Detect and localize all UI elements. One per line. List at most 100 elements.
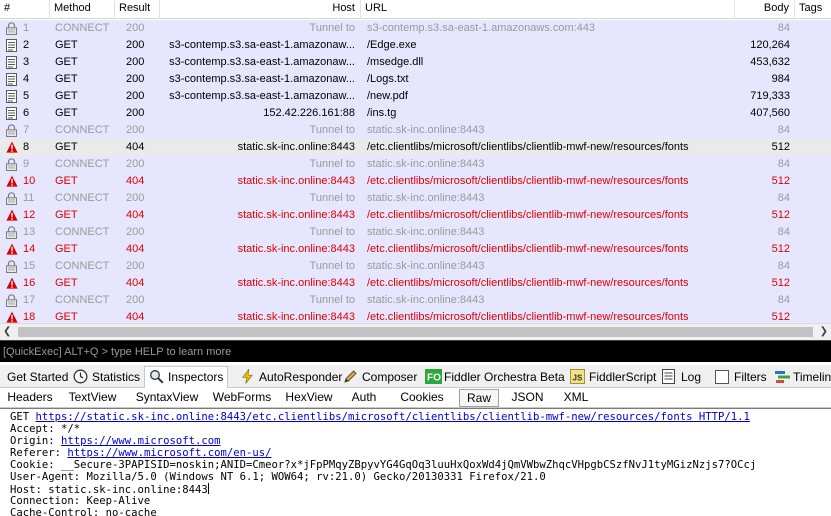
session-number: 16 xyxy=(23,277,36,289)
session-row[interactable]: 8 GET 404 static.sk-inc.online:8443/etc.cli… xyxy=(0,139,831,156)
column-header-result[interactable]: Result xyxy=(115,0,160,19)
session-number: 11 xyxy=(23,192,35,204)
subtab-xml[interactable]: XML xyxy=(554,388,598,408)
lightning-icon xyxy=(240,368,255,384)
horizontal-scrollbar[interactable]: ❮ ❯ xyxy=(0,323,831,340)
tab-inspectors[interactable]: Inspectors xyxy=(144,366,229,389)
column-header-host[interactable]: Host xyxy=(160,0,361,19)
session-host: 152.42.226.161:88 xyxy=(263,107,355,119)
session-row[interactable]: 11 CONNECT 200 Tunnel to static.sk-inc.onlin… xyxy=(0,190,831,207)
tab-filters[interactable]: Filters xyxy=(711,367,771,388)
tab-fiddlerscript[interactable]: JS FiddlerScript xyxy=(566,367,660,388)
session-url: static.sk-inc.online:8443 xyxy=(367,124,485,136)
tab-fiddler-orchestra-beta[interactable]: FO Fiddler Orchestra Beta xyxy=(421,367,569,388)
column-header-body[interactable]: Body xyxy=(735,0,795,19)
scroll-right-icon[interactable]: ❯ xyxy=(818,327,828,337)
session-row[interactable]: 18 GET 404 static.sk-inc.online:8443/etc.cl… xyxy=(0,309,831,323)
column-header-url[interactable]: URL xyxy=(361,0,735,19)
lock-icon xyxy=(6,158,17,171)
session-row[interactable]: 15 CONNECT 200 Tunnel to static.sk-inc.onlin… xyxy=(0,258,831,275)
raw-request-view[interactable]: GET https://static.sk-inc.online:8443/et… xyxy=(0,408,831,516)
session-row[interactable]: 2 GET 200 s3-contemp.s3.sa-east-1.amazonaw.… xyxy=(0,37,831,54)
document-icon xyxy=(6,73,17,86)
raw-origin-url[interactable]: https://www.microsoft.com xyxy=(61,435,220,447)
session-url: /ins.tg xyxy=(367,107,397,119)
session-method: GET xyxy=(55,175,78,187)
session-number: 10 xyxy=(23,175,36,187)
tab-log[interactable]: Log xyxy=(658,367,705,388)
lock-icon xyxy=(6,192,17,205)
subtab-cookies[interactable]: Cookies xyxy=(388,388,456,408)
session-body: 512 xyxy=(771,209,790,221)
session-row[interactable]: 14 GET 404 static.sk-inc.online:8443/etc.cl… xyxy=(0,241,831,258)
subtab-raw[interactable]: Raw xyxy=(459,389,499,407)
subtab-syntaxview[interactable]: SyntaxView xyxy=(128,388,206,408)
session-result: 200 xyxy=(126,56,145,68)
session-row[interactable]: 5 GET 200 s3-contemp.s3.sa-east-1.amazonaw.… xyxy=(0,88,831,105)
tab-composer[interactable]: Composer xyxy=(339,367,421,388)
session-url: /etc.clientlibs/microsoft/clientlibs/cli… xyxy=(367,209,689,221)
session-row[interactable]: 13 CONNECT 200 Tunnel to static.sk-inc.onlin… xyxy=(0,224,831,241)
session-url: /new.pdf xyxy=(367,90,408,102)
document-icon xyxy=(6,39,17,52)
session-row[interactable]: 1 CONNECT 200 Tunnel to s3-contemp.s3.sa-eas… xyxy=(0,20,831,37)
tab-get-started[interactable]: Get Started xyxy=(3,367,72,388)
session-row[interactable]: 10 GET 404 static.sk-inc.online:8443/etc.cl… xyxy=(0,173,831,190)
session-method: CONNECT xyxy=(55,294,110,306)
session-result: 200 xyxy=(126,73,145,85)
tab-autoresponder[interactable]: AutoResponder xyxy=(236,367,346,388)
warning-icon xyxy=(6,209,18,222)
session-url: /etc.clientlibs/microsoft/clientlibs/cli… xyxy=(367,141,689,153)
column-header-method[interactable]: Method xyxy=(50,0,115,19)
session-row[interactable]: 4 GET 200 s3-contemp.s3.sa-east-1.amazonaw.… xyxy=(0,71,831,88)
session-body: 120,264 xyxy=(750,39,790,51)
session-method: GET xyxy=(55,56,78,68)
raw-referer-url[interactable]: https://www.microsoft.com/en-us/ xyxy=(67,447,271,459)
session-result: 200 xyxy=(126,107,145,119)
session-row[interactable]: 17 CONNECT 200 Tunnel to static.sk-inc.onlin… xyxy=(0,292,831,309)
session-body: 984 xyxy=(771,73,790,85)
lock-icon xyxy=(6,260,17,273)
raw-origin-label: Origin: xyxy=(10,435,62,447)
lock-icon xyxy=(6,22,17,35)
quickexec-input[interactable] xyxy=(3,343,828,361)
session-grid[interactable]: # Method Result Host URL Body Tags 1 CONN… xyxy=(0,0,831,323)
session-result: 404 xyxy=(126,311,145,323)
tab-statistics[interactable]: Statistics xyxy=(69,367,144,388)
subtab-hexview[interactable]: HexView xyxy=(278,388,340,408)
raw-request-url[interactable]: https://static.sk-inc.online:8443/etc.cl… xyxy=(36,411,750,423)
session-row[interactable]: 3 GET 200 s3-contemp.s3.sa-east-1.amazonaw.… xyxy=(0,54,831,71)
subtab-json[interactable]: JSON xyxy=(505,388,550,408)
session-url: /Edge.exe xyxy=(367,39,417,51)
session-host: Tunnel to xyxy=(309,226,355,238)
session-method: GET xyxy=(55,277,78,289)
session-body: 407,560 xyxy=(750,107,790,119)
session-row[interactable]: 6 GET 200 152.42.226.161:88/ins.tg 407,560 xyxy=(0,105,831,122)
session-row[interactable]: 12 GET 404 static.sk-inc.online:8443/etc.cl… xyxy=(0,207,831,224)
session-body: 84 xyxy=(777,22,790,34)
session-row[interactable]: 7 CONNECT 200 Tunnel to static.sk-inc.online… xyxy=(0,122,831,139)
session-body: 512 xyxy=(771,175,790,187)
session-number: 8 xyxy=(23,141,30,153)
scrollbar-thumb[interactable] xyxy=(18,327,813,337)
session-body: 84 xyxy=(777,260,790,272)
scroll-left-icon[interactable]: ❮ xyxy=(3,327,13,337)
session-body: 84 xyxy=(777,226,790,238)
timeline-icon xyxy=(774,369,790,384)
document-icon xyxy=(6,90,17,103)
subtab-headers[interactable]: Headers xyxy=(3,388,57,408)
tab-label: Get Started xyxy=(7,370,69,384)
session-row[interactable]: 9 CONNECT 200 Tunnel to static.sk-inc.online… xyxy=(0,156,831,173)
column-header-num[interactable]: # xyxy=(0,0,50,19)
session-row[interactable]: 16 GET 404 static.sk-inc.online:8443/etc.cl… xyxy=(0,275,831,292)
session-result: 404 xyxy=(126,209,145,221)
tab-timelin[interactable]: Timelin xyxy=(770,367,831,388)
subtab-textview[interactable]: TextView xyxy=(60,388,125,408)
subtab-auth[interactable]: Auth xyxy=(343,388,385,408)
session-host: s3-contemp.s3.sa-east-1.amazonaw... xyxy=(169,39,355,51)
svg-text:FO: FO xyxy=(427,373,441,384)
document-icon xyxy=(6,107,17,120)
session-result: 404 xyxy=(126,243,145,255)
column-header-tags[interactable]: Tags xyxy=(795,0,831,19)
subtab-webforms[interactable]: WebForms xyxy=(209,388,275,408)
